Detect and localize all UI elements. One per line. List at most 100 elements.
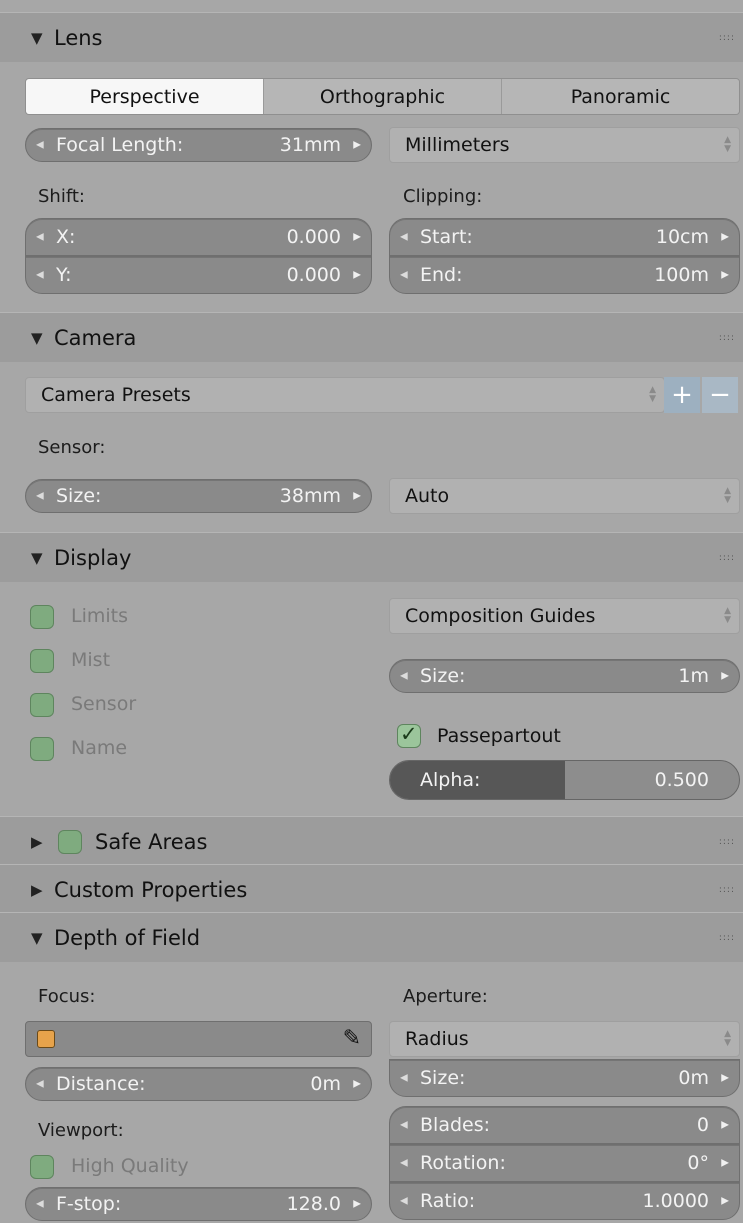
increment-arrow-icon[interactable]: ▶ [353,1199,361,1210]
increment-arrow-icon[interactable]: ▶ [721,1073,729,1084]
name-checkbox[interactable] [30,737,54,761]
focal-length-field[interactable]: ◀ Focal Length: 31mm ▶ [25,128,372,162]
increment-arrow-icon[interactable]: ▶ [721,1120,729,1131]
decrement-arrow-icon[interactable]: ◀ [400,232,408,243]
limits-checkbox[interactable] [30,605,54,629]
eyedropper-icon[interactable]: ✎ [343,1026,361,1051]
safe-areas-checkbox[interactable] [58,830,82,854]
field-value: 0m [678,1067,709,1089]
decrement-arrow-icon[interactable]: ◀ [400,1073,408,1084]
viewport-label: Viewport: [38,1120,124,1141]
drag-grip-icon[interactable]: :::: [719,33,735,43]
remove-preset-button[interactable]: − [702,377,738,413]
focus-label: Focus: [38,986,96,1007]
tab-perspective[interactable]: Perspective [26,79,263,114]
drag-grip-icon[interactable]: :::: [719,933,735,943]
expand-triangle-icon: ▼ [31,328,43,347]
field-label: Start: [420,226,473,248]
field-label: X: [56,226,76,248]
decrement-arrow-icon[interactable]: ◀ [36,1199,44,1210]
sensor-size-field[interactable]: ◀ Size: 38mm ▶ [25,479,372,513]
panel-title: Depth of Field [54,925,201,950]
field-label: Size: [420,1067,466,1089]
field-label: Size: [420,665,466,687]
increment-arrow-icon[interactable]: ▶ [721,1196,729,1207]
decrement-arrow-icon[interactable]: ◀ [400,671,408,682]
drag-grip-icon[interactable]: :::: [719,553,735,563]
panel-title: Custom Properties [54,877,248,902]
increment-arrow-icon[interactable]: ▶ [721,270,729,281]
panel-title: Display [54,545,132,570]
field-value: 0.000 [286,264,341,286]
clip-end-field[interactable]: ◀ End: 100m ▶ [389,256,740,294]
rotation-field[interactable]: ◀ Rotation: 0° ▶ [389,1144,740,1182]
guides-size-field[interactable]: ◀ Size: 1m ▶ [389,659,740,693]
drag-grip-icon[interactable]: :::: [719,333,735,343]
increment-arrow-icon[interactable]: ▶ [353,232,361,243]
aperture-type-select[interactable]: Radius ▲ ▼ [389,1021,740,1057]
fstop-field[interactable]: ◀ F-stop: 128.0 ▶ [25,1187,372,1221]
add-preset-button[interactable]: + [664,377,700,413]
sensor-fit-select[interactable]: Auto ▲ ▼ [389,478,740,514]
field-label: Rotation: [420,1152,506,1174]
focus-object-field[interactable]: ✎ [25,1021,372,1057]
field-label: Blades: [420,1114,491,1136]
increment-arrow-icon[interactable]: ▶ [721,1158,729,1169]
ratio-field[interactable]: ◀ Ratio: 1.0000 ▶ [389,1182,740,1220]
sensor-checkbox[interactable] [30,693,54,717]
tab-panoramic[interactable]: Panoramic [501,79,739,114]
lens-panel-header[interactable]: ▼ Lens :::: [0,12,743,62]
decrement-arrow-icon[interactable]: ◀ [36,270,44,281]
passepartout-checkbox[interactable] [397,722,421,748]
increment-arrow-icon[interactable]: ▶ [353,1079,361,1090]
decrement-arrow-icon[interactable]: ◀ [36,232,44,243]
blades-field[interactable]: ◀ Blades: 0 ▶ [389,1106,740,1144]
shift-y-field[interactable]: ◀ Y: 0.000 ▶ [25,256,372,294]
camera-panel-header[interactable]: ▼ Camera :::: [0,312,743,362]
drag-grip-icon[interactable]: :::: [719,837,735,847]
increment-arrow-icon[interactable]: ▶ [721,671,729,682]
aperture-size-field[interactable]: ◀ Size: 0m ▶ [389,1059,740,1097]
field-value: 38mm [279,485,341,507]
field-value: 1.0000 [642,1190,709,1212]
aperture-label: Aperture: [403,986,488,1007]
increment-arrow-icon[interactable]: ▶ [353,140,361,151]
increment-arrow-icon[interactable]: ▶ [353,270,361,281]
panel-title: Camera [54,325,137,350]
lens-unit-select[interactable]: Millimeters ▲ ▼ [389,127,740,163]
camera-presets-select[interactable]: Camera Presets ▲ ▼ [25,377,665,413]
decrement-arrow-icon[interactable]: ◀ [36,140,44,151]
focus-distance-field[interactable]: ◀ Distance: 0m ▶ [25,1067,372,1101]
decrement-arrow-icon[interactable]: ◀ [400,270,408,281]
display-panel-header[interactable]: ▼ Display :::: [0,532,743,582]
custom-properties-panel-header[interactable]: ▶ Custom Properties :::: [0,864,743,914]
tab-orthographic[interactable]: Orthographic [263,79,501,114]
select-value: Auto [405,485,450,507]
drag-grip-icon[interactable]: :::: [719,885,735,895]
expand-triangle-icon: ▼ [31,28,43,47]
clipping-label: Clipping: [403,186,483,207]
field-value: 0m [310,1073,341,1095]
increment-arrow-icon[interactable]: ▶ [721,232,729,243]
safe-areas-panel-header[interactable]: ▶ Safe Areas :::: [0,816,743,866]
high-quality-checkbox[interactable] [30,1155,54,1179]
mist-checkbox[interactable] [30,649,54,673]
decrement-arrow-icon[interactable]: ◀ [36,1079,44,1090]
shift-x-field[interactable]: ◀ X: 0.000 ▶ [25,218,372,256]
increment-arrow-icon[interactable]: ▶ [353,491,361,502]
select-value: Millimeters [405,134,510,156]
clip-start-field[interactable]: ◀ Start: 10cm ▶ [389,218,740,256]
decrement-arrow-icon[interactable]: ◀ [400,1158,408,1169]
alpha-slider[interactable]: Alpha: 0.500 [389,760,740,800]
composition-guides-select[interactable]: Composition Guides ▲ ▼ [389,598,740,634]
object-cube-icon [37,1030,55,1048]
decrement-arrow-icon[interactable]: ◀ [36,491,44,502]
expand-triangle-icon: ▼ [31,928,43,947]
decrement-arrow-icon[interactable]: ◀ [400,1196,408,1207]
collapsed-triangle-icon: ▶ [31,880,43,899]
mist-label: Mist [71,649,111,671]
field-value: 0.500 [654,769,709,791]
depth-of-field-panel-header[interactable]: ▼ Depth of Field :::: [0,912,743,962]
shift-label: Shift: [38,186,85,207]
decrement-arrow-icon[interactable]: ◀ [400,1120,408,1131]
